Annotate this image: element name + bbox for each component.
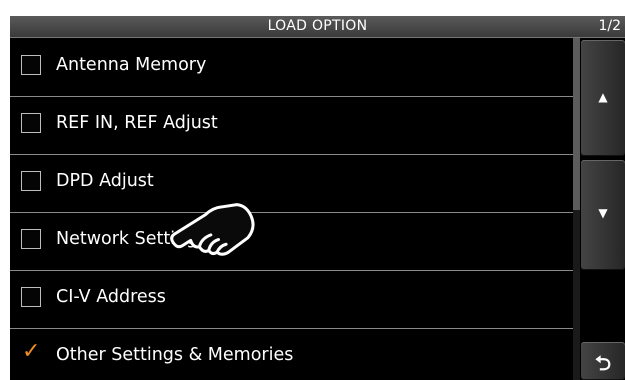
option-label: REF IN, REF Adjust <box>56 113 218 133</box>
option-row-network-settings[interactable]: Network Settings <box>10 212 573 271</box>
option-row-ci-v-address[interactable]: CI-V Address <box>10 270 573 329</box>
checkbox-icon[interactable] <box>21 55 41 75</box>
check-icon[interactable]: ✓ <box>22 339 40 365</box>
option-row-other-settings[interactable]: ✓ Other Settings & Memories <box>10 328 573 380</box>
option-row-ref-in[interactable]: REF IN, REF Adjust <box>10 96 573 155</box>
screen-title: LOAD OPTION <box>267 18 368 34</box>
scroll-down-button[interactable]: ▼ <box>581 160 625 270</box>
checkbox-icon[interactable] <box>21 287 41 307</box>
option-label: Network Settings <box>56 229 207 249</box>
checkbox-icon[interactable] <box>21 113 41 133</box>
up-arrow-icon: ▲ <box>598 90 608 104</box>
checkbox-icon[interactable] <box>21 171 41 191</box>
device-screen: LOAD OPTION 1/2 Antenna Memory REF IN, R… <box>10 16 625 380</box>
return-icon: ⮌ <box>594 351 612 375</box>
option-list: Antenna Memory REF IN, REF Adjust DPD Ad… <box>10 38 573 380</box>
option-label: Antenna Memory <box>56 55 207 75</box>
title-bar: LOAD OPTION 1/2 <box>10 16 625 38</box>
return-button[interactable]: ⮌ <box>581 342 625 380</box>
option-label: CI-V Address <box>56 287 166 307</box>
option-row-antenna-memory[interactable]: Antenna Memory <box>10 38 573 97</box>
checkbox-icon[interactable] <box>21 229 41 249</box>
scroll-up-button[interactable]: ▲ <box>581 40 625 156</box>
down-arrow-icon: ▼ <box>598 206 608 220</box>
option-label: Other Settings & Memories <box>56 345 294 365</box>
scrollbar-thumb[interactable] <box>573 38 580 210</box>
option-label: DPD Adjust <box>56 171 154 191</box>
option-row-dpd-adjust[interactable]: DPD Adjust <box>10 154 573 213</box>
page-indicator: 1/2 <box>598 18 621 34</box>
